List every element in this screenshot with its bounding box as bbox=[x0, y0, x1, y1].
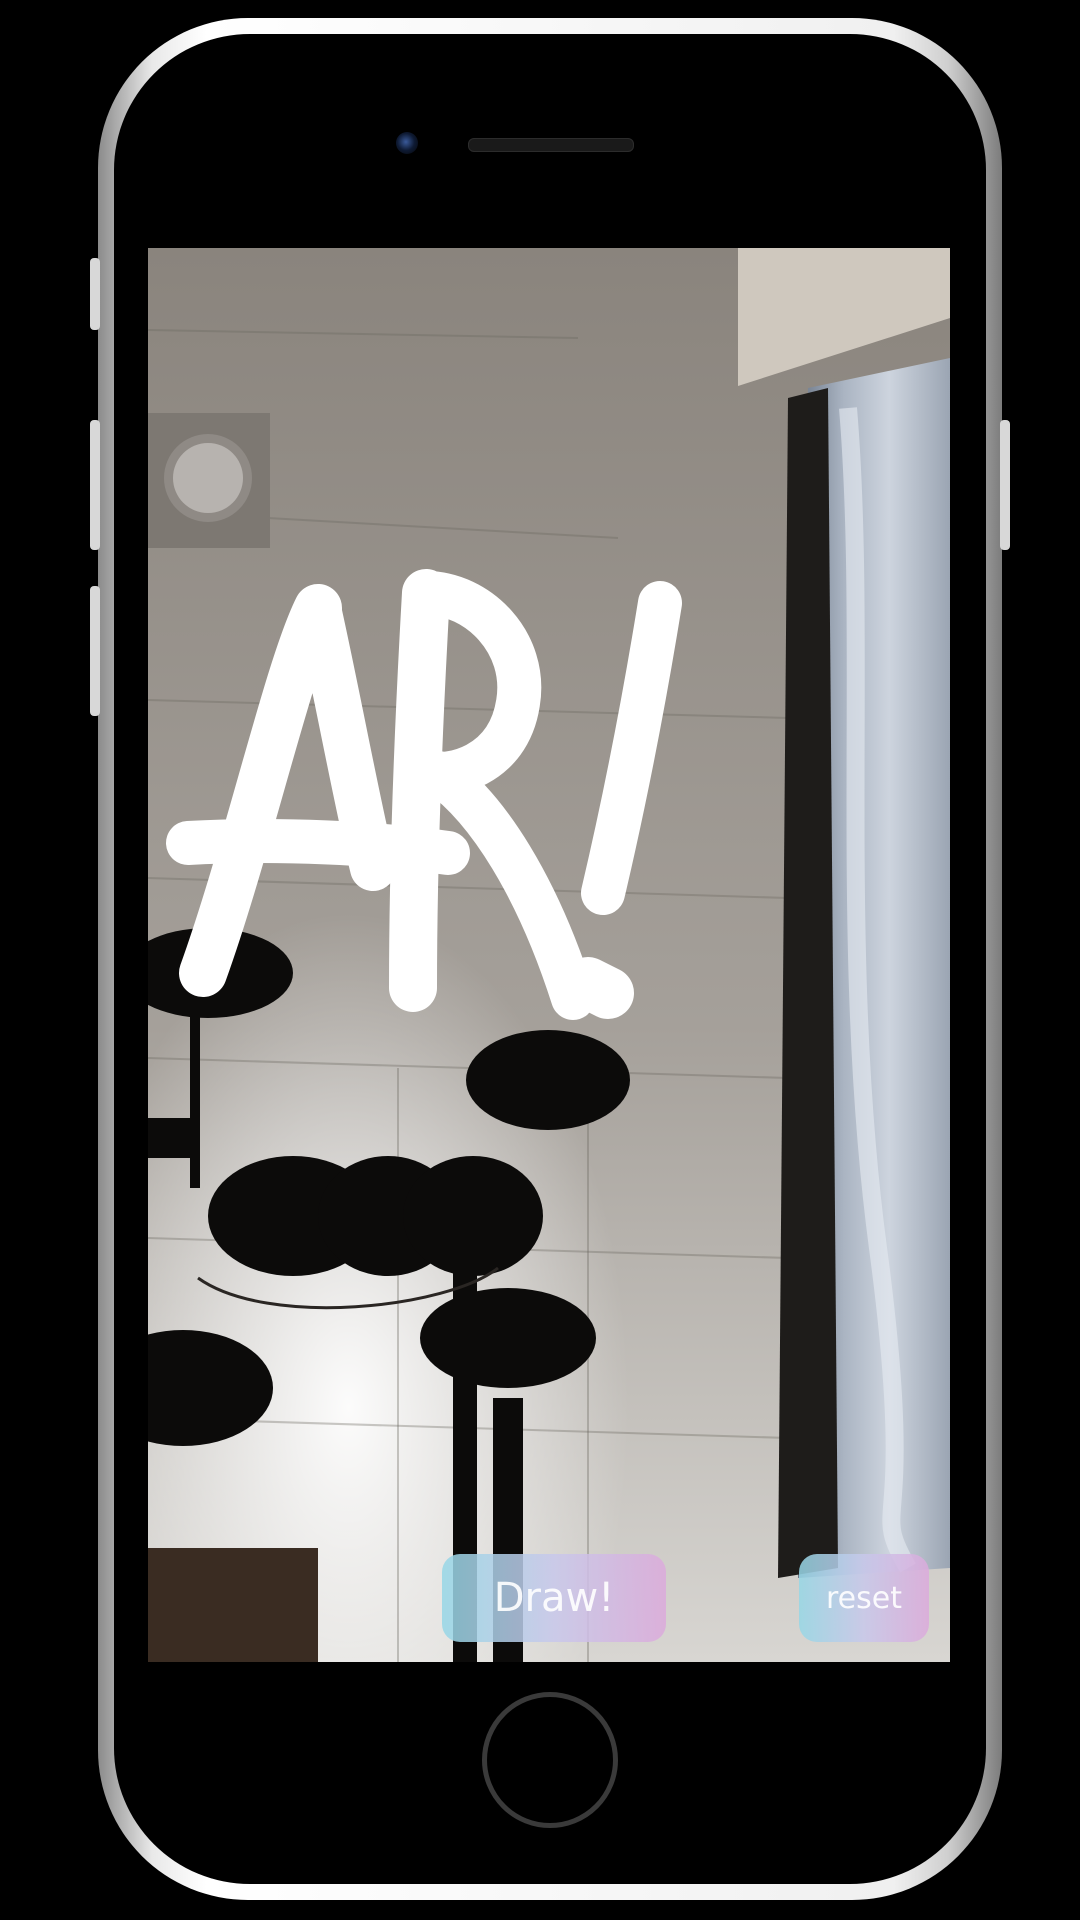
reset-button[interactable]: reset bbox=[799, 1554, 929, 1642]
volume-down-button bbox=[90, 586, 100, 716]
stage: Draw! reset bbox=[0, 0, 1080, 1920]
ar-screen[interactable]: Draw! reset bbox=[148, 248, 950, 1662]
home-button[interactable] bbox=[482, 1692, 618, 1828]
ar-drawing-canvas[interactable] bbox=[148, 248, 950, 1662]
speaker-icon bbox=[468, 138, 634, 152]
draw-button[interactable]: Draw! bbox=[442, 1554, 666, 1642]
mute-switch bbox=[90, 258, 100, 330]
front-camera-icon bbox=[396, 132, 418, 154]
volume-up-button bbox=[90, 420, 100, 550]
power-button bbox=[1000, 420, 1010, 550]
